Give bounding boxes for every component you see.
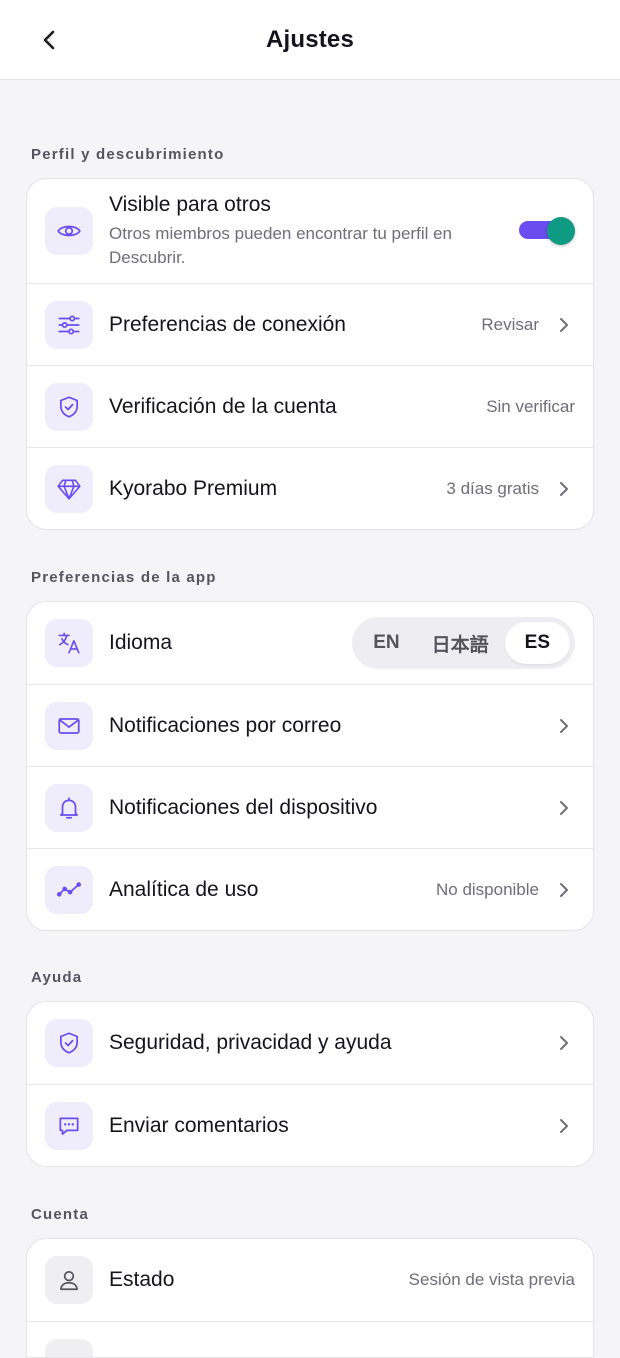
row-label: Notificaciones por correo <box>109 714 539 738</box>
row-value: Sesión de vista previa <box>409 1270 575 1290</box>
row-text: Notificaciones por correo <box>109 714 539 738</box>
row-label: Enviar comentarios <box>109 1114 539 1138</box>
row-value: Sin verificar <box>486 397 575 417</box>
row-label: Kyorabo Premium <box>109 477 446 501</box>
row-text: Notificaciones del dispositivo <box>109 796 539 820</box>
row-label: Verificación de la cuenta <box>109 395 486 419</box>
row-text: Analítica de uso <box>109 878 436 902</box>
language-option-en[interactable]: EN <box>357 622 415 664</box>
user-icon <box>56 1267 82 1293</box>
mail-icon <box>56 713 82 739</box>
icon-box <box>45 465 93 513</box>
trend-line-icon <box>56 877 82 903</box>
icon-box <box>45 301 93 349</box>
chevron-right-icon <box>553 1032 575 1054</box>
section-title-account: Cuenta <box>31 1206 89 1223</box>
language-option-es[interactable]: ES <box>505 622 570 664</box>
chevron-right-icon <box>553 879 575 901</box>
icon-box <box>45 1256 93 1304</box>
chat-bubble-icon <box>56 1113 82 1139</box>
card-profile: Visible para otros Otros miembros pueden… <box>26 178 594 530</box>
row-text: Estado <box>109 1268 409 1292</box>
sliders-icon <box>56 312 82 338</box>
icon-box <box>45 207 93 255</box>
chevron-right-icon <box>553 1115 575 1137</box>
row-label: Analítica de uso <box>109 878 436 902</box>
row-label: Seguridad, privacidad y ayuda <box>109 1031 539 1055</box>
row-text: Enviar comentarios <box>109 1114 539 1138</box>
row-value: 3 días gratis <box>446 479 539 499</box>
chevron-right-icon <box>553 797 575 819</box>
row-text: Kyorabo Premium <box>109 477 446 501</box>
icon-box <box>45 383 93 431</box>
top-bar: Ajustes <box>0 0 620 80</box>
row-value: No disponible <box>436 880 539 900</box>
bell-icon <box>56 795 82 821</box>
row-language: Idioma EN 日本語 ES <box>27 602 593 684</box>
icon-box <box>45 1339 93 1358</box>
icon-box <box>45 866 93 914</box>
diamond-icon <box>56 476 82 502</box>
row-visible: Visible para otros Otros miembros pueden… <box>27 179 593 283</box>
row-text: Idioma <box>109 631 352 655</box>
chevron-right-icon <box>553 314 575 336</box>
icon-box <box>45 619 93 667</box>
icon-box <box>45 784 93 832</box>
icon-box <box>45 702 93 750</box>
row-label: Preferencias de conexión <box>109 313 481 337</box>
section-title-help: Ayuda <box>31 969 82 986</box>
icon-box <box>45 1019 93 1067</box>
shield-check-icon <box>56 1030 82 1056</box>
translate-icon <box>56 630 82 656</box>
row-label: Notificaciones del dispositivo <box>109 796 539 820</box>
row-next-partial[interactable] <box>27 1321 593 1358</box>
page-title: Ajustes <box>266 26 354 54</box>
row-text: Preferencias de conexión <box>109 313 481 337</box>
row-safety-help[interactable]: Seguridad, privacidad y ayuda <box>27 1002 593 1084</box>
toggle-knob <box>547 217 575 245</box>
row-status: Estado Sesión de vista previa <box>27 1239 593 1321</box>
row-label: Visible para otros <box>109 193 575 217</box>
row-email-notifications[interactable]: Notificaciones por correo <box>27 684 593 766</box>
row-account-verification[interactable]: Verificación de la cuenta Sin verificar <box>27 365 593 447</box>
row-label: Idioma <box>109 631 352 655</box>
row-device-notifications[interactable]: Notificaciones del dispositivo <box>27 766 593 848</box>
row-premium[interactable]: Kyorabo Premium 3 días gratis <box>27 447 593 529</box>
icon-box <box>45 1102 93 1150</box>
section-title-app: Preferencias de la app <box>31 569 217 586</box>
language-option-ja[interactable]: 日本語 <box>416 622 505 664</box>
row-label: Estado <box>109 1268 409 1292</box>
row-connection-preferences[interactable]: Preferencias de conexión Revisar <box>27 283 593 365</box>
row-send-feedback[interactable]: Enviar comentarios <box>27 1084 593 1166</box>
row-usage-analytics[interactable]: Analítica de uso No disponible <box>27 848 593 930</box>
chevron-right-icon <box>553 478 575 500</box>
row-value: Revisar <box>481 315 539 335</box>
row-description: Otros miembros pueden encontrar tu perfi… <box>109 222 575 270</box>
eye-icon <box>56 218 82 244</box>
shield-check-icon <box>56 394 82 420</box>
back-arrow-icon <box>38 28 62 52</box>
section-title-profile: Perfil y descubrimiento <box>31 146 224 163</box>
language-switch: EN 日本語 ES <box>352 617 575 669</box>
visibility-toggle[interactable] <box>519 217 575 243</box>
card-account: Estado Sesión de vista previa <box>26 1238 594 1358</box>
row-text: Seguridad, privacidad y ayuda <box>109 1031 539 1055</box>
card-help: Seguridad, privacidad y ayuda Enviar com… <box>26 1001 594 1167</box>
row-text: Visible para otros Otros miembros pueden… <box>109 193 575 270</box>
card-app: Idioma EN 日本語 ES Notificaciones por corr… <box>26 601 594 931</box>
row-text: Verificación de la cuenta <box>109 395 486 419</box>
chevron-right-icon <box>553 715 575 737</box>
back-button[interactable] <box>30 20 70 60</box>
